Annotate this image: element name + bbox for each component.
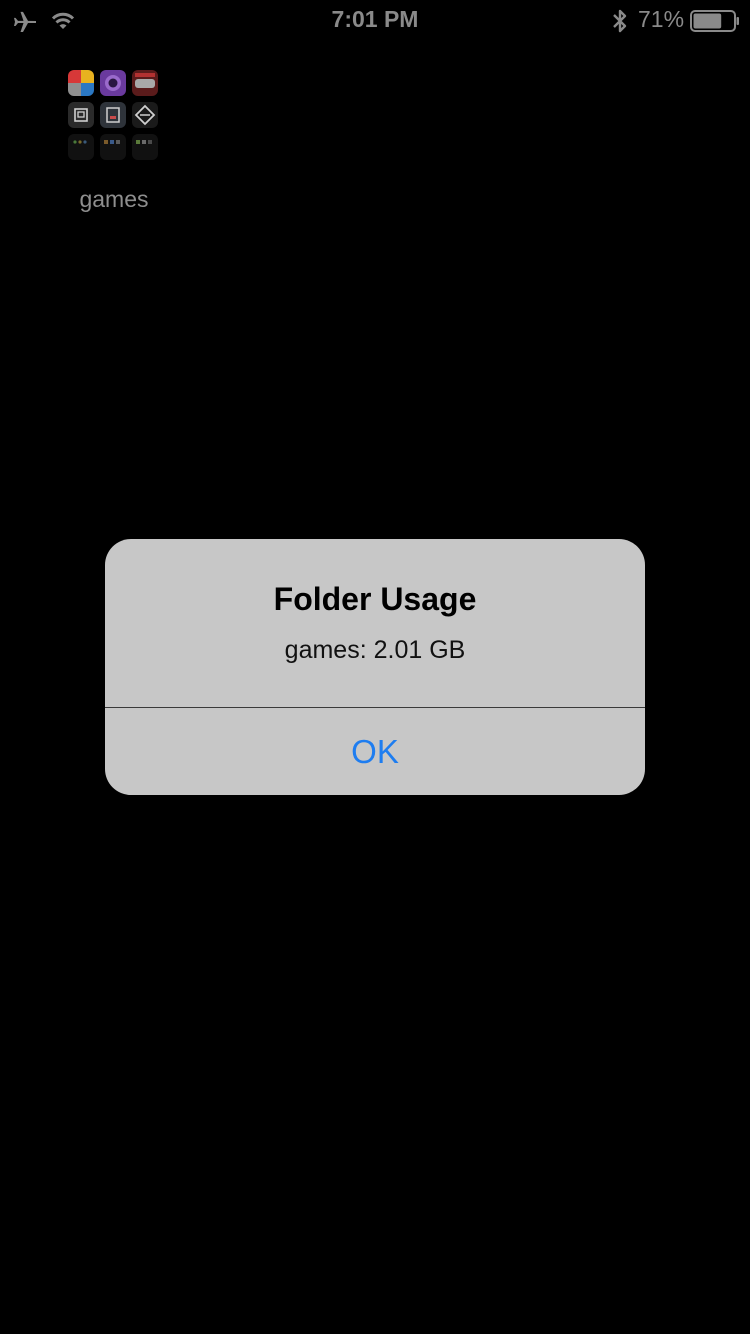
- games-folder[interactable]: games: [64, 66, 164, 212]
- alert-message: games: 2.01 GB: [284, 636, 466, 664]
- colorful-app-icon: [68, 70, 94, 96]
- bluetooth-icon: [613, 9, 627, 33]
- ok-button[interactable]: OK: [105, 708, 645, 795]
- subfolder-icon: [100, 134, 126, 160]
- camera-app-icon: [100, 70, 126, 96]
- status-bar: 7:01 PM 71%: [0, 0, 750, 40]
- clipboard-app-icon: [100, 102, 126, 128]
- folder-label: games: [79, 186, 149, 212]
- folder-app-grid: [64, 66, 164, 166]
- maze-app-icon: [68, 102, 94, 128]
- alert-title: Folder Usage: [273, 581, 477, 617]
- diamond-app-icon: [132, 102, 158, 128]
- subfolder-icon: [132, 134, 158, 160]
- racing-app-icon: [132, 70, 158, 96]
- folder-usage-alert: Folder Usage games: 2.01 GB OK: [105, 539, 645, 795]
- battery-icon: [690, 10, 739, 32]
- subfolder-icon: [68, 134, 94, 160]
- battery-percent: 71%: [638, 6, 685, 32]
